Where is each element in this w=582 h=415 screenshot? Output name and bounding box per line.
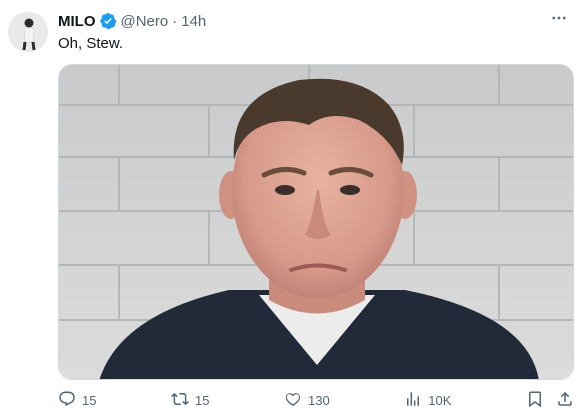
like-count: 130 bbox=[308, 392, 330, 408]
author-display-name[interactable]: MILO bbox=[58, 13, 96, 30]
author-avatar[interactable] bbox=[8, 12, 48, 52]
more-icon bbox=[550, 9, 568, 32]
views-icon bbox=[404, 390, 422, 411]
share-icon bbox=[556, 390, 574, 411]
tweet-card[interactable]: MILO @Nero · 14h Oh, Stew. 15 15 130 10K bbox=[0, 0, 582, 415]
tweet-actions-bar: 15 15 130 10K bbox=[58, 388, 574, 412]
more-options-button[interactable] bbox=[548, 10, 570, 30]
tweet-timestamp[interactable]: 14h bbox=[181, 13, 206, 30]
bookmark-icon bbox=[526, 390, 544, 411]
mugshot-photo bbox=[59, 65, 573, 379]
reply-icon bbox=[58, 390, 76, 411]
retweet-count: 15 bbox=[195, 392, 210, 408]
verified-badge-icon bbox=[99, 12, 117, 30]
tweet-media-photo[interactable] bbox=[58, 64, 574, 380]
views-count: 10K bbox=[428, 392, 452, 408]
tweet-text: Oh, Stew. bbox=[58, 35, 124, 52]
like-button[interactable]: 130 bbox=[284, 390, 330, 411]
reply-count: 15 bbox=[82, 392, 97, 408]
header-separator: · bbox=[172, 12, 178, 30]
like-icon bbox=[284, 390, 302, 411]
tweet-header: MILO @Nero · 14h bbox=[58, 11, 206, 31]
views-button[interactable]: 10K bbox=[404, 390, 451, 411]
retweet-button[interactable]: 15 bbox=[171, 390, 209, 411]
author-handle[interactable]: @Nero bbox=[121, 13, 169, 30]
retweet-icon bbox=[171, 390, 189, 411]
bookmark-button[interactable] bbox=[526, 390, 544, 411]
share-button[interactable] bbox=[556, 390, 574, 411]
reply-button[interactable]: 15 bbox=[58, 390, 96, 411]
